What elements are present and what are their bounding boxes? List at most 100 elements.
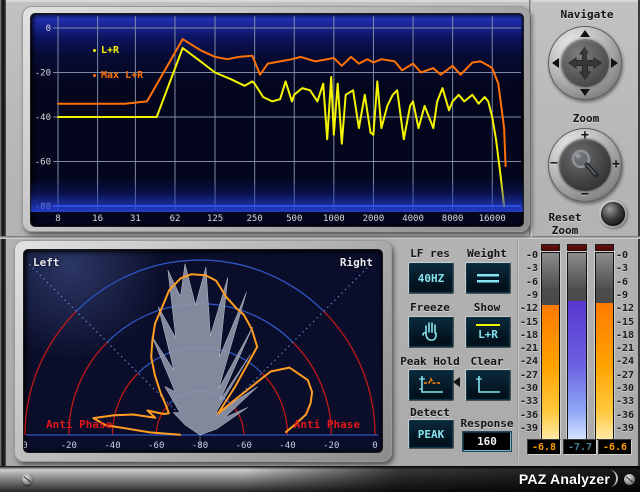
meter-scale-tick: -0 xyxy=(518,250,538,261)
navigate-left-icon[interactable] xyxy=(552,58,559,68)
response-display[interactable]: 160 xyxy=(463,432,511,451)
navigate-up-icon[interactable] xyxy=(580,30,590,37)
phase-right-label: Right xyxy=(340,256,373,269)
anti-phase-right-label: Anti Phase xyxy=(294,418,360,431)
anti-phase-left-label: Anti Phase xyxy=(46,418,112,431)
weight-button[interactable] xyxy=(465,262,511,294)
peak-hold-icon xyxy=(417,374,445,396)
detect-value: PEAK xyxy=(418,428,445,441)
navigate-right-icon[interactable] xyxy=(611,58,618,68)
plugin-title: PAZ Analyzer xyxy=(519,471,610,487)
equals-icon xyxy=(475,272,501,284)
meter-scale-tick: -0 xyxy=(616,250,636,261)
meter-scale-tick: -27 xyxy=(518,370,538,381)
screw-icon-left xyxy=(22,474,33,485)
magnifier-icon xyxy=(559,139,611,191)
response-value: 160 xyxy=(477,435,497,448)
svg-text:-40: -40 xyxy=(35,113,51,123)
meter-scale-tick: -15 xyxy=(518,317,538,328)
navigate-pad[interactable] xyxy=(548,26,622,100)
svg-text:-20: -20 xyxy=(323,441,339,451)
paz-analyzer-window: 0-20-40-60-80816316212525050010002000400… xyxy=(0,0,640,492)
zoom-label: Zoom xyxy=(556,112,616,125)
svg-text:250: 250 xyxy=(247,214,263,224)
legend-label-max-lr: Max L+R xyxy=(101,70,143,81)
phase-display[interactable]: 0-20-40-60-80-60-40-200 Left Right Anti … xyxy=(23,249,383,453)
meter-scale-tick: -27 xyxy=(616,370,636,381)
meter-scale-tick: -30 xyxy=(616,383,636,394)
meter-fill-center xyxy=(568,301,586,439)
svg-text:0: 0 xyxy=(24,441,28,451)
legend-dot-max-lr xyxy=(93,74,96,77)
meter-scale-tick: -18 xyxy=(616,330,636,341)
reset-zoom-label: Reset Zoom xyxy=(532,211,598,237)
meter-scale-tick: -39 xyxy=(616,423,636,434)
meter-readout-right[interactable]: -6.6 xyxy=(598,439,632,455)
meter-scale-tick: -21 xyxy=(616,343,636,354)
svg-text:0: 0 xyxy=(372,441,377,451)
left-arrow-icon[interactable] xyxy=(453,377,460,387)
meter-scale-tick: -21 xyxy=(518,343,538,354)
freeze-button[interactable] xyxy=(408,316,454,348)
spectrum-noise-floor-glow xyxy=(31,178,523,212)
svg-text:8: 8 xyxy=(55,214,60,224)
reset-zoom-button[interactable] xyxy=(601,202,625,226)
meter-scale-tick: -36 xyxy=(518,410,538,421)
svg-text:-80: -80 xyxy=(192,441,208,451)
axes-icon xyxy=(474,374,502,396)
svg-text:-40: -40 xyxy=(104,441,120,451)
meter-fill-right xyxy=(596,303,613,439)
level-meter-center xyxy=(567,252,587,440)
meter-scale-tick: -6 xyxy=(518,277,538,288)
zoom-out-left-icon[interactable]: − xyxy=(550,156,558,171)
legend-label-lr: L+R xyxy=(101,45,119,56)
lf-res-button[interactable]: 40HZ xyxy=(408,262,454,294)
meter-scale-tick: -36 xyxy=(616,410,636,421)
svg-text:0: 0 xyxy=(46,24,51,34)
svg-text:16: 16 xyxy=(92,214,103,224)
svg-text:-40: -40 xyxy=(279,441,295,451)
zoom-in-right-icon[interactable]: + xyxy=(612,157,620,172)
legend-dot-lr xyxy=(93,49,96,52)
meter-scale-tick: -33 xyxy=(616,396,636,407)
svg-text:-20: -20 xyxy=(61,441,77,451)
svg-text:-60: -60 xyxy=(236,441,252,451)
meter-scale-tick: -9 xyxy=(518,290,538,301)
spectrum-display[interactable]: 0-20-40-60-80816316212525050010002000400… xyxy=(30,13,524,227)
peak-hold-button[interactable] xyxy=(408,369,454,401)
meter-scale-tick: -33 xyxy=(518,396,538,407)
zoom-pad-center[interactable] xyxy=(559,139,611,191)
meter-scale-tick: -24 xyxy=(518,356,538,367)
svg-text:4000: 4000 xyxy=(402,214,424,224)
svg-text:500: 500 xyxy=(286,214,302,224)
svg-text:8000: 8000 xyxy=(442,214,464,224)
svg-text:1000: 1000 xyxy=(323,214,345,224)
phase-display-bezel: 0-20-40-60-80-60-40-200 Left Right Anti … xyxy=(14,240,392,462)
show-button[interactable]: L+R xyxy=(465,316,511,348)
meter-readout-center[interactable]: -7.7 xyxy=(563,439,597,455)
meter-scale-tick: -30 xyxy=(518,383,538,394)
zoom-pad[interactable]: + + − − xyxy=(548,128,622,202)
meter-scale-tick: -18 xyxy=(518,330,538,341)
window-edge-top xyxy=(0,0,640,2)
svg-text:-60: -60 xyxy=(148,441,164,451)
meter-scale-tick: -24 xyxy=(616,356,636,367)
navigate-label: Navigate xyxy=(552,8,622,21)
show-trace-color-line xyxy=(476,324,500,326)
level-meter-left xyxy=(541,252,560,440)
level-meter-right xyxy=(595,252,614,440)
lf-res-value: 40HZ xyxy=(418,272,445,285)
legend-item-max-lr: Max L+R xyxy=(93,70,143,81)
spectrum-display-bezel: 0-20-40-60-80816316212525050010002000400… xyxy=(22,6,530,232)
meter-scale-tick: -15 xyxy=(616,317,636,328)
navigate-down-icon[interactable] xyxy=(580,89,590,96)
meter-scale-tick: -39 xyxy=(518,423,538,434)
clear-button[interactable] xyxy=(465,369,511,401)
meter-scale-tick: -12 xyxy=(616,303,636,314)
waves-logo-icon xyxy=(624,474,635,485)
svg-text:-60: -60 xyxy=(35,158,51,168)
meter-readout-left[interactable]: -6.8 xyxy=(527,439,561,455)
navigate-pad-center[interactable] xyxy=(561,39,609,87)
meter-scale-tick: -12 xyxy=(518,303,538,314)
show-value: L+R xyxy=(478,328,498,341)
